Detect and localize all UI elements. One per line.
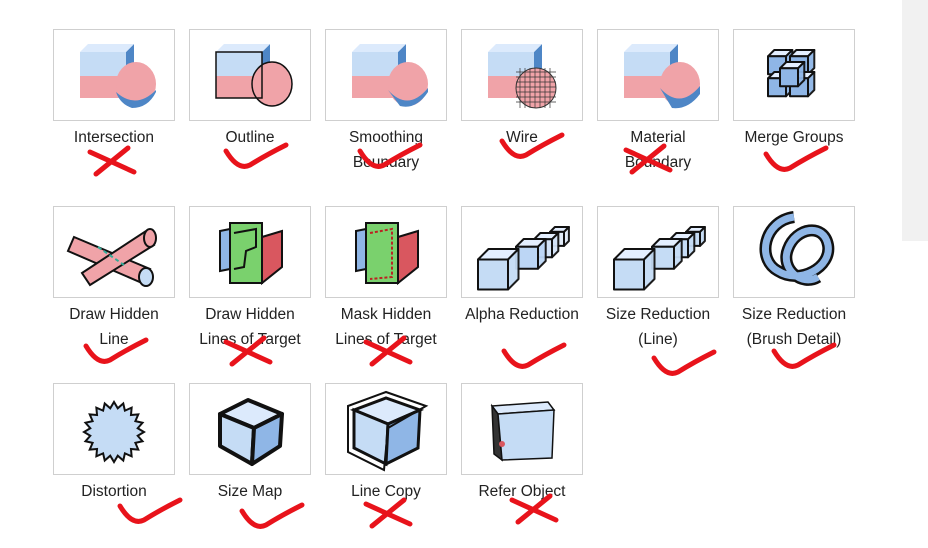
- gallery-item[interactable]: Merge Groups: [733, 29, 855, 189]
- scrollbar-track[interactable]: [902, 0, 928, 241]
- gallery-item-label-line: Lines of Target: [335, 331, 437, 348]
- gallery-item[interactable]: Refer Object: [461, 383, 583, 543]
- gallery-item-label-line: Mask Hidden: [340, 306, 432, 323]
- refer-object-icon: [490, 401, 556, 462]
- gallery-item-label-line: (Brush Detail): [746, 331, 842, 348]
- gallery-item[interactable]: Material Boundary: [597, 29, 719, 189]
- line-copy-icon[interactable]: [325, 383, 447, 475]
- size-map-icon: [218, 398, 284, 466]
- gallery-item[interactable]: Smoothing Boundary: [325, 29, 447, 189]
- gallery-item-label-line: Refer Object: [478, 483, 566, 500]
- size-reduction-line-icon[interactable]: [597, 206, 719, 298]
- gallery-item-label-line: Draw Hidden: [69, 306, 159, 323]
- gallery-item-label[interactable]: Size Reduction (Brush Detail): [721, 302, 867, 352]
- merge-groups-icon: [767, 49, 816, 98]
- gallery-item-label-line: (Line): [638, 331, 678, 348]
- gallery-item-label-line: Boundary: [352, 154, 420, 171]
- size-map-icon[interactable]: [189, 383, 311, 475]
- gallery-item-label-line: Size Map: [217, 483, 283, 500]
- gallery-item-label[interactable]: Wire: [449, 125, 595, 150]
- outline-icon: [215, 44, 293, 107]
- gallery-item-label-line: Lines of Target: [199, 331, 301, 348]
- gallery-item-label-line: Boundary: [624, 154, 692, 171]
- gallery-item[interactable]: Size Map: [189, 383, 311, 543]
- gallery-item-label-line: Outline: [225, 129, 275, 146]
- refer-object-icon[interactable]: [461, 383, 583, 475]
- gallery-item[interactable]: Distortion: [53, 383, 175, 543]
- line-copy-icon: [347, 390, 429, 472]
- smoothing-boundary-icon: [352, 44, 428, 107]
- gallery-item-label[interactable]: Draw Hidden Line: [41, 302, 187, 352]
- gallery-item-label[interactable]: Size Map: [177, 479, 323, 504]
- gallery-item-label-line: Draw Hidden: [205, 306, 295, 323]
- mask-hidden-lines-of-target-icon: [355, 222, 419, 286]
- draw-hidden-line-icon: [66, 228, 157, 287]
- gallery-item-label[interactable]: Material Boundary: [585, 125, 731, 175]
- gallery-item-label-line: Intersection: [73, 129, 155, 146]
- smoothing-boundary-icon[interactable]: [325, 29, 447, 121]
- draw-hidden-lines-of-target-icon[interactable]: [189, 206, 311, 298]
- draw-hidden-lines-of-target-icon: [219, 222, 283, 286]
- material-boundary-icon: [624, 44, 700, 109]
- gallery-item[interactable]: Outline: [189, 29, 311, 189]
- size-reduction-brush-detail-icon[interactable]: [733, 206, 855, 298]
- gallery-item-label[interactable]: Mask Hidden Lines of Target: [313, 302, 459, 352]
- intersection-icon: [80, 44, 156, 108]
- wire-icon: [488, 44, 557, 109]
- gallery-item[interactable]: Draw Hidden Lines of Target: [189, 206, 311, 366]
- gallery-item-label[interactable]: Draw Hidden Lines of Target: [177, 302, 323, 352]
- gallery-item[interactable]: Size Reduction (Brush Detail): [733, 206, 855, 366]
- gallery-item[interactable]: Draw Hidden Line: [53, 206, 175, 366]
- gallery-item-label-line: Merge Groups: [744, 129, 844, 146]
- gallery-item[interactable]: Intersection: [53, 29, 175, 189]
- gallery-item-label-line: Line: [99, 331, 129, 348]
- alpha-reduction-icon[interactable]: [461, 206, 583, 298]
- wire-icon[interactable]: [461, 29, 583, 121]
- gallery-item-label-line: Size Reduction: [741, 306, 847, 323]
- gallery-item-label[interactable]: Smoothing Boundary: [313, 125, 459, 175]
- size-reduction-line-icon: [613, 226, 706, 291]
- gallery-item-label-line: Size Reduction: [605, 306, 711, 323]
- intersection-icon[interactable]: [53, 29, 175, 121]
- gallery-item-label[interactable]: Merge Groups: [721, 125, 867, 150]
- gallery-item-label[interactable]: Refer Object: [449, 479, 595, 504]
- distortion-icon: [82, 400, 146, 464]
- mask-hidden-lines-of-target-icon[interactable]: [325, 206, 447, 298]
- gallery-item-label-line: Alpha Reduction: [465, 306, 579, 323]
- gallery-item[interactable]: Wire: [461, 29, 583, 189]
- gallery-item-label[interactable]: Outline: [177, 125, 323, 150]
- line-modifier-gallery: Intersection Outline Smoothing Boundary W…: [0, 0, 928, 548]
- gallery-item-label-line: Smoothing: [348, 129, 424, 146]
- size-reduction-brush-detail-icon: [759, 211, 835, 286]
- gallery-item-label[interactable]: Alpha Reduction: [449, 302, 595, 327]
- merge-groups-icon[interactable]: [733, 29, 855, 121]
- gallery-item-label-line: Wire: [506, 129, 538, 146]
- gallery-item-label[interactable]: Distortion: [41, 479, 187, 504]
- gallery-item[interactable]: Size Reduction (Line): [597, 206, 719, 366]
- outline-icon[interactable]: [189, 29, 311, 121]
- gallery-item-label[interactable]: Size Reduction (Line): [585, 302, 731, 352]
- gallery-item[interactable]: Mask Hidden Lines of Target: [325, 206, 447, 366]
- distortion-icon[interactable]: [53, 383, 175, 475]
- gallery-item[interactable]: Line Copy: [325, 383, 447, 543]
- gallery-item-label-line: Material: [630, 129, 686, 146]
- alpha-reduction-icon: [477, 226, 570, 291]
- gallery-item-label[interactable]: Line Copy: [313, 479, 459, 504]
- gallery-item-label-line: Line Copy: [351, 483, 421, 500]
- gallery-item-label-line: Distortion: [81, 483, 147, 500]
- draw-hidden-line-icon[interactable]: [53, 206, 175, 298]
- material-boundary-icon[interactable]: [597, 29, 719, 121]
- gallery-item-label[interactable]: Intersection: [41, 125, 187, 150]
- gallery-item[interactable]: Alpha Reduction: [461, 206, 583, 366]
